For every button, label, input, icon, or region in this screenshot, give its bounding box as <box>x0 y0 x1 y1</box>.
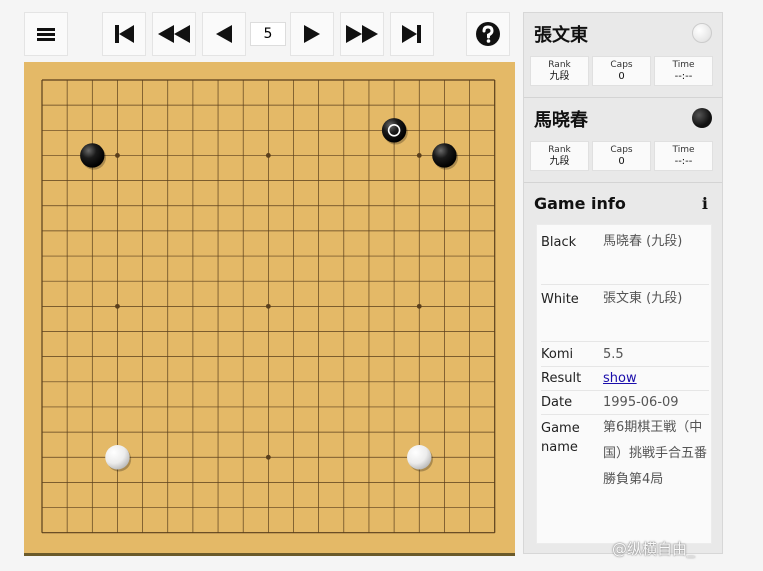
white-rank: 九段 <box>549 71 570 82</box>
next-move-button[interactable] <box>290 12 334 56</box>
game-info-value: 第6期棋王戦（中国）挑戦手合五番勝負第4局 <box>603 420 708 487</box>
game-info-row-date: Date 1995-06-09 <box>541 391 709 415</box>
star-point <box>416 303 422 309</box>
game-info-key: Black <box>541 235 577 250</box>
black-time: --:-- <box>674 156 693 167</box>
black-player-card: 馬晓春 Rank 九段 Caps 0 Time --:-- <box>524 98 722 183</box>
black-stone-icon <box>692 108 712 128</box>
game-info-row-komi: Komi 5.5 <box>541 343 709 367</box>
game-info-table: Black 馬晓春 (九段) White 張文東 (九段) Komi 5.5 R… <box>536 224 712 544</box>
help-button[interactable] <box>466 12 510 56</box>
info-icon[interactable]: i <box>702 194 708 213</box>
white-player-name: 張文東 <box>534 25 588 46</box>
white-stone <box>105 445 130 470</box>
black-player-name: 馬晓春 <box>534 110 588 131</box>
star-point <box>265 303 271 309</box>
time-label: Time <box>672 60 695 70</box>
caps-label: Caps <box>610 60 633 70</box>
help-icon <box>476 22 500 46</box>
white-stone <box>407 445 432 470</box>
last-move-button[interactable] <box>390 12 434 56</box>
black-caps-box: Caps 0 <box>592 141 651 171</box>
menu-button[interactable] <box>24 12 68 56</box>
star-point <box>265 153 271 158</box>
game-info-value: 張文東 (九段) <box>603 291 683 306</box>
white-time-box: Time --:-- <box>654 56 713 86</box>
white-caps-box: Caps 0 <box>592 56 651 86</box>
previous-move-button[interactable] <box>202 12 246 56</box>
white-caps: 0 <box>618 71 625 82</box>
white-time: --:-- <box>674 71 693 82</box>
game-info-title: Game info <box>534 194 626 213</box>
side-panel: 張文東 Rank 九段 Caps 0 Time --:-- 馬晓春 Rank 九… <box>523 12 723 554</box>
black-rank: 九段 <box>549 156 570 167</box>
game-info-key: White <box>541 292 579 307</box>
game-info-row-result: Result show <box>541 367 709 391</box>
white-stone-icon <box>692 23 712 43</box>
game-info-key: Komi <box>541 347 574 362</box>
star-point <box>115 303 120 309</box>
skip-to-start-icon <box>115 25 134 43</box>
show-result-link[interactable]: show <box>603 367 709 391</box>
game-info-value: 馬晓春 (九段) <box>603 234 683 249</box>
caps-label: Caps <box>610 145 633 155</box>
fast-forward-icon <box>346 25 378 43</box>
game-info-key: Result <box>541 371 582 386</box>
skip-to-end-icon <box>402 25 421 43</box>
star-point <box>115 153 120 158</box>
black-time-box: Time --:-- <box>654 141 713 171</box>
game-info-key: Date <box>541 395 573 410</box>
step-forward-icon <box>304 25 320 43</box>
step-back-icon <box>216 25 232 43</box>
game-info-key: Game name <box>541 421 580 455</box>
star-point <box>416 153 422 158</box>
fast-rewind-icon <box>158 25 190 43</box>
star-point <box>265 454 271 460</box>
rank-label: Rank <box>548 60 571 70</box>
time-label: Time <box>672 145 695 155</box>
rank-label: Rank <box>548 145 571 155</box>
menu-icon <box>37 28 55 41</box>
black-rank-box: Rank 九段 <box>530 141 589 171</box>
fast-forward-button[interactable] <box>340 12 384 56</box>
game-info-value: 5.5 <box>603 347 624 362</box>
game-info-row-white: White 張文東 (九段) <box>541 286 709 342</box>
black-stone <box>381 118 407 143</box>
rewind-button[interactable] <box>152 12 196 56</box>
game-info-value: 1995-06-09 <box>603 395 679 410</box>
game-info-row-black: Black 馬晓春 (九段) <box>541 229 709 285</box>
black-stone <box>432 143 457 168</box>
first-move-button[interactable] <box>102 12 146 56</box>
go-board[interactable] <box>24 62 515 553</box>
toolbar: 5 <box>24 12 514 56</box>
go-board-grid[interactable] <box>24 62 515 553</box>
black-caps: 0 <box>618 156 625 167</box>
watermark: @纵横自由_ <box>612 540 695 558</box>
game-info-row-game-name: Game name 第6期棋王戦（中国）挑戦手合五番勝負第4局 <box>541 415 709 525</box>
white-player-card: 張文東 Rank 九段 Caps 0 Time --:-- <box>524 13 722 98</box>
black-stone <box>80 143 105 168</box>
move-number-input[interactable]: 5 <box>250 22 286 46</box>
white-rank-box: Rank 九段 <box>530 56 589 86</box>
